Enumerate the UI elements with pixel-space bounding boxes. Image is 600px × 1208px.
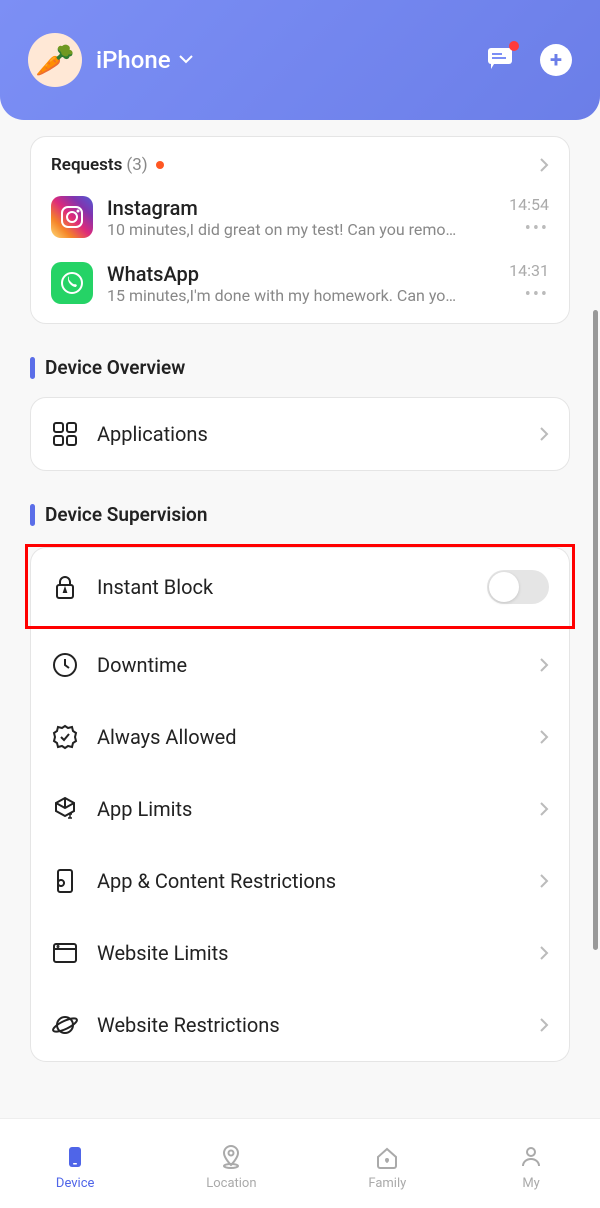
more-button[interactable]: ••• [525, 284, 549, 305]
chevron-right-icon [539, 945, 549, 961]
cube-timer-icon [51, 795, 79, 823]
browser-icon [51, 939, 79, 967]
requests-count: (3) [126, 155, 147, 175]
device-name-label: iPhone [96, 46, 171, 74]
highlight-annotation: Instant Block [25, 544, 575, 629]
device-selector[interactable]: 🥕 iPhone [28, 33, 193, 87]
app-name: WhatsApp [107, 262, 495, 286]
chevron-right-icon [539, 426, 549, 442]
location-icon [218, 1144, 244, 1170]
chevron-right-icon [539, 729, 549, 745]
website-restrictions-item[interactable]: Website Restrictions [30, 989, 570, 1062]
app-limits-item[interactable]: App Limits [30, 773, 570, 845]
section-title-supervision: Device Supervision [45, 503, 207, 526]
nav-family[interactable]: Family [368, 1144, 406, 1191]
toggle-knob-icon [489, 572, 519, 602]
instagram-icon [51, 196, 93, 238]
notification-dot-icon [509, 41, 519, 51]
app-content-restrictions-item[interactable]: App & Content Restrictions [30, 845, 570, 917]
chevron-right-icon [539, 873, 549, 889]
request-message: 10 minutes,I did great on my test! Can y… [107, 220, 495, 239]
plus-icon: + [550, 48, 562, 73]
bottom-navigation: Device Location Family My [0, 1118, 600, 1208]
app-name: Instagram [107, 196, 495, 220]
nav-my[interactable]: My [518, 1144, 544, 1191]
requests-card[interactable]: Requests (3) Instagram 10 minutes,I did … [30, 136, 570, 324]
nav-location[interactable]: Location [206, 1144, 256, 1191]
apps-icon [51, 420, 79, 448]
clock-icon [51, 651, 79, 679]
user-icon [518, 1144, 544, 1170]
section-title-overview: Device Overview [45, 356, 185, 379]
section-marker-icon [30, 504, 35, 526]
profile-avatar: 🥕 [28, 33, 82, 87]
chevron-down-icon [179, 55, 193, 65]
chat-button[interactable] [486, 44, 516, 76]
new-indicator-icon [156, 161, 164, 169]
planet-icon [51, 1011, 79, 1039]
add-button[interactable]: + [540, 44, 572, 76]
device-icon [62, 1144, 88, 1170]
lock-icon [51, 573, 79, 601]
request-message: 15 minutes,I'm done with my homework. Ca… [107, 286, 495, 305]
family-icon [374, 1144, 400, 1170]
instant-block-toggle[interactable] [487, 570, 549, 604]
section-marker-icon [30, 357, 35, 379]
chevron-right-icon [539, 1017, 549, 1033]
downtime-item[interactable]: Downtime [30, 629, 570, 701]
chevron-right-icon [539, 157, 549, 173]
chevron-right-icon [539, 657, 549, 673]
always-allowed-item[interactable]: Always Allowed [30, 701, 570, 773]
website-limits-item[interactable]: Website Limits [30, 917, 570, 989]
request-item[interactable]: Instagram 10 minutes,I did great on my t… [51, 195, 549, 239]
request-time: 14:54 [509, 195, 549, 214]
app-header: 🥕 iPhone + [0, 0, 600, 120]
more-button[interactable]: ••• [525, 218, 549, 239]
request-item[interactable]: WhatsApp 15 minutes,I'm done with my hom… [51, 261, 549, 305]
requests-title-label: Requests [51, 155, 122, 175]
applications-item[interactable]: Applications [30, 397, 570, 471]
instant-block-item[interactable]: Instant Block [30, 547, 570, 626]
badge-check-icon [51, 723, 79, 751]
nav-device[interactable]: Device [56, 1144, 95, 1191]
phone-gear-icon [51, 867, 79, 895]
request-time: 14:31 [509, 261, 549, 280]
chevron-right-icon [539, 801, 549, 817]
whatsapp-icon [51, 262, 93, 304]
